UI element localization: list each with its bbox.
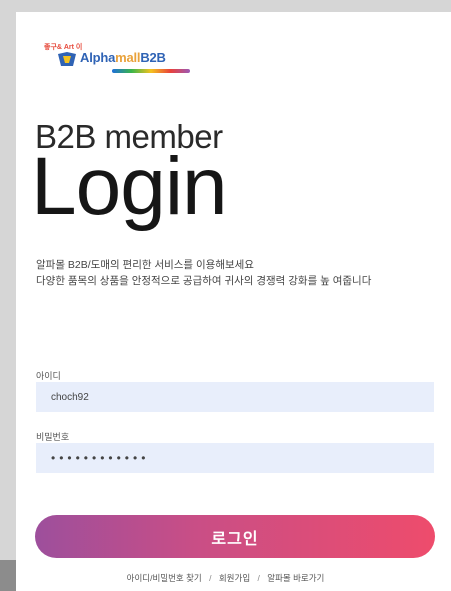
id-label: 아이디: [36, 371, 61, 381]
logo-tagline: 좋구& Art 이: [44, 44, 83, 51]
logo-wordmark: AlphamallB2B: [80, 50, 166, 65]
intro-line-1: 알파몰 B2B/도매의 편리한 서비스를 이용해보세요: [36, 259, 254, 271]
find-account-link[interactable]: 아이디/비밀번호 찾기: [127, 573, 202, 583]
footer-separator: /: [209, 573, 212, 583]
footer-separator: /: [257, 573, 260, 583]
password-input[interactable]: ••••••••••••: [36, 443, 434, 473]
logo-mark-icon: [58, 52, 76, 66]
intro-line-2: 다양한 품목의 상품을 안정적으로 공급하여 귀사의 경쟁력 강화를 높 여줍니…: [36, 275, 372, 287]
go-to-alphamall-link[interactable]: 알파몰 바로가기: [267, 573, 324, 583]
login-card: [16, 12, 451, 591]
signup-link[interactable]: 회원가입: [219, 573, 250, 583]
password-label: 비밀번호: [36, 432, 70, 442]
id-input[interactable]: choch92: [36, 382, 434, 412]
page-title: Login: [31, 141, 228, 232]
login-button[interactable]: 로그인: [35, 515, 435, 558]
logo-underline: [112, 69, 190, 73]
window-frame-top: [0, 0, 451, 12]
intro-text: 알파몰 B2B/도매의 편리한 서비스를 이용해보세요 다양한 품목의 상품을 …: [36, 257, 431, 289]
footer-links: 아이디/비밀번호 찾기 / 회원가입 / 알파몰 바로가기: [0, 572, 451, 584]
alphamall-logo[interactable]: 좋구& Art 이 AlphamallB2B: [44, 40, 214, 80]
window-frame-left: [0, 0, 16, 591]
